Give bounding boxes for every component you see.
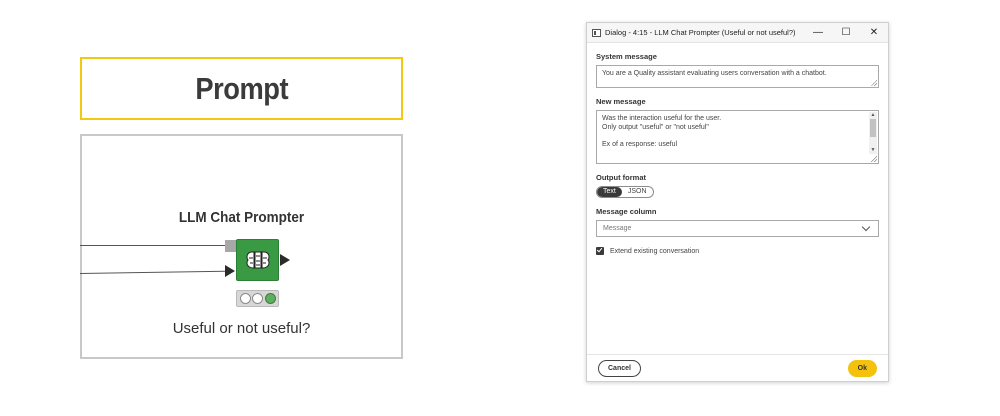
output-format-label: Output format [596,173,646,182]
chevron-down-icon [861,222,871,232]
new-message-label: New message [596,97,646,106]
connection-bottom [79,270,225,275]
node-status-lights [236,290,279,307]
close-button[interactable]: ✕ [860,27,888,38]
scroll-up-icon[interactable]: ▲ [869,112,877,118]
dialog-window: Dialog - 4:15 - LLM Chat Prompter (Usefu… [586,22,889,382]
dialog-title: Dialog - 4:15 - LLM Chat Prompter (Usefu… [605,28,796,37]
output-port[interactable] [280,254,290,266]
new-message-line: Ex of a response: useful [602,140,678,148]
ok-button[interactable]: Ok [847,359,877,377]
status-light-yellow [252,293,263,304]
resize-grip-icon[interactable] [871,80,877,86]
new-message-line [602,132,864,141]
output-format-json-option[interactable]: JSON [622,187,653,197]
node-annotation-frame: LLM Chat Prompter Useful or not useful? [79,134,403,359]
scroll-thumb[interactable] [870,119,876,137]
new-message-line: Was the interaction useful for the user. [602,115,722,122]
node-label[interactable]: Useful or not useful? [82,320,401,337]
app-icon [592,28,601,37]
prompt-annotation: Prompt [80,57,403,120]
brain-icon[interactable] [236,239,279,281]
new-message-field[interactable]: Was the interaction useful for the user.… [596,110,879,164]
input-port-data[interactable] [225,265,235,277]
extend-conversation-checkbox[interactable] [596,247,604,255]
output-format-toggle[interactable]: Text JSON [596,186,654,198]
resize-grip-icon[interactable] [871,156,877,162]
message-column-select[interactable]: Message [596,220,879,237]
output-format-text-option[interactable]: Text [597,187,622,197]
new-message-scrollbar[interactable]: ▲ ▼ [869,112,877,154]
system-message-field[interactable]: You are a Quality assistant evaluating u… [596,65,879,88]
system-message-text: You are a Quality assistant evaluating u… [602,70,827,77]
cancel-button[interactable]: Cancel [598,359,641,377]
system-message-label: System message [596,52,657,61]
connection-top [80,245,226,247]
dialog-footer: Cancel Ok [587,354,888,381]
extend-conversation-label: Extend existing conversation [610,247,700,255]
maximize-button[interactable]: ☐ [832,27,860,38]
minimize-button[interactable]: — [804,27,832,38]
status-light-green [264,293,276,304]
node-title: LLM Chat Prompter [178,209,305,226]
title-bar[interactable]: Dialog - 4:15 - LLM Chat Prompter (Usefu… [587,23,888,43]
extend-conversation-row[interactable]: Extend existing conversation [596,247,879,255]
message-column-label: Message column [596,207,657,216]
status-light-red [239,293,251,304]
prompt-title: Prompt [195,70,288,106]
new-message-line: Only output "useful" or "not useful" [602,123,709,131]
scroll-down-icon[interactable]: ▼ [869,147,877,153]
message-column-value: Message [603,225,632,232]
